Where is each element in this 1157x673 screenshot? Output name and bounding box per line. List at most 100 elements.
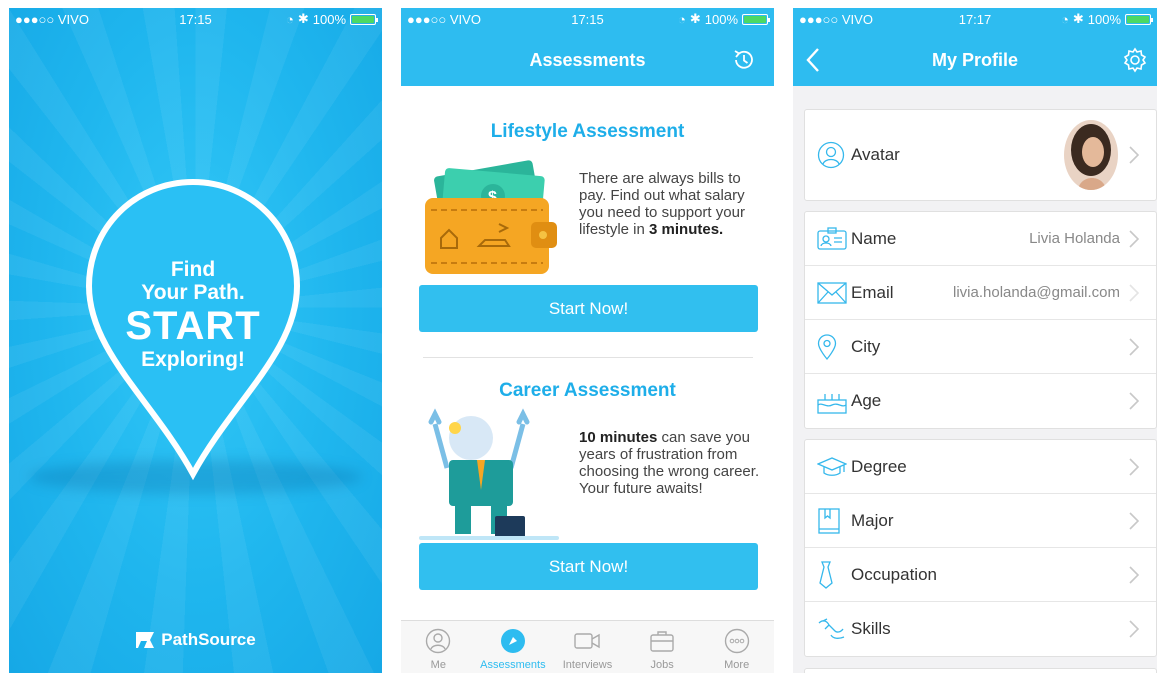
battery-icon: [350, 13, 378, 25]
birthday-cake-icon: [817, 386, 851, 416]
brand-logo: PathSource: [9, 630, 382, 650]
name-row[interactable]: Name Livia Holanda: [805, 212, 1156, 266]
chevron-right-icon: [1129, 283, 1140, 302]
career-title: Career Assessment: [499, 380, 676, 401]
battery-label: 100%: [312, 11, 346, 27]
age-row[interactable]: Age: [805, 374, 1156, 428]
wallet-illustration: $: [425, 160, 557, 274]
user-circle-icon: [817, 140, 851, 170]
nav-bar: ●●●○○ VIVO 17:15 ◔ ✱ 100% Assessments: [401, 8, 774, 86]
tab-me-label: Me: [430, 659, 446, 671]
carrier-label: ●●●○○ VIVO: [407, 11, 481, 27]
person-icon: [424, 627, 452, 655]
pathsource-logo-icon: [136, 632, 155, 648]
career-start-button[interactable]: Start Now!: [419, 543, 758, 590]
tab-me[interactable]: Me: [401, 621, 476, 673]
battery-icon: [1125, 13, 1153, 25]
clock-history-icon: [734, 50, 753, 69]
section-divider: [423, 357, 753, 358]
book-icon: [817, 506, 851, 536]
lifestyle-description: There are always bills to pay. Find out …: [579, 170, 764, 238]
bluetooth-icon: ✱: [1072, 11, 1084, 26]
brand-name: PathSource: [161, 630, 256, 649]
tab-more[interactable]: More: [699, 621, 774, 673]
alarm-icon: ◔: [285, 11, 294, 27]
tie-icon: [817, 560, 851, 590]
id-card-icon: [817, 224, 851, 254]
chevron-right-icon: [1129, 392, 1140, 410]
occupation-row[interactable]: Occupation: [805, 548, 1156, 602]
more-icon: [723, 627, 751, 655]
email-value: livia.holanda@gmail.com: [953, 284, 1120, 301]
occupation-label: Occupation: [851, 564, 937, 584]
chevron-right-icon: [1129, 457, 1140, 476]
compass-icon: [499, 627, 527, 655]
name-label: Name: [851, 228, 897, 248]
status-bar: ●●●○○ VIVO 17:17 ◔ ✱ 100%: [793, 8, 1157, 30]
bluetooth-icon: ✱: [297, 11, 309, 26]
chevron-right-icon: [1129, 620, 1140, 638]
chevron-right-icon: [1129, 565, 1140, 584]
tab-bar: Me Assessments Interviews Jobs More: [401, 620, 774, 673]
skills-label: Skills: [851, 619, 891, 638]
page-title: My Profile: [931, 50, 1019, 70]
major-row[interactable]: Major: [805, 494, 1156, 548]
history-button[interactable]: [730, 46, 758, 74]
tab-jobs[interactable]: Jobs: [625, 621, 700, 673]
page-title: Assessments: [529, 50, 646, 70]
headline-line-3: START: [125, 304, 261, 348]
carrier-label: ●●●○○ VIVO: [799, 11, 873, 27]
profile-screen: ●●●○○ VIVO 17:17 ◔ ✱ 100% My Profile Ava…: [793, 8, 1157, 673]
city-label: City: [851, 336, 881, 356]
avatar-row[interactable]: Avatar: [805, 110, 1156, 200]
career-illustration: [419, 408, 559, 540]
chevron-right-icon: [1129, 146, 1140, 164]
tab-assessments[interactable]: Assessments: [476, 621, 551, 673]
headline-line-2: Your Path.: [141, 281, 245, 304]
alarm-icon: ◔: [677, 11, 686, 27]
bluetooth-icon: ✱: [689, 11, 701, 26]
chevron-right-icon: [1129, 229, 1140, 248]
lifestyle-duration: 3 minutes.: [649, 221, 724, 238]
skills-row[interactable]: Skills: [805, 602, 1156, 656]
avatar: [1064, 120, 1118, 190]
email-row[interactable]: Email livia.holanda@gmail.com: [805, 266, 1156, 320]
degree-row[interactable]: Degree: [805, 440, 1156, 494]
tab-interviews[interactable]: Interviews: [550, 621, 625, 673]
skills-icon: [817, 614, 851, 644]
tab-more-label: More: [724, 659, 750, 671]
graduation-cap-icon: [817, 452, 851, 482]
status-bar: ●●●○○ VIVO 17:15 ◔ ✱ 100%: [9, 8, 382, 30]
nav-bar: ●●●○○ VIVO 17:17 ◔ ✱ 100% My Profile: [793, 8, 1157, 86]
name-value: Livia Holanda: [1029, 230, 1120, 247]
email-label: Email: [851, 282, 894, 302]
major-label: Major: [851, 510, 894, 530]
career-duration: 10 minutes: [579, 429, 658, 446]
envelope-icon: [817, 278, 851, 308]
alarm-icon: ◔: [1060, 11, 1069, 27]
briefcase-icon: [648, 627, 676, 655]
tab-interviews-label: Interviews: [562, 659, 613, 671]
avatar-card: Avatar: [804, 109, 1157, 201]
status-bar: ●●●○○ VIVO 17:15 ◔ ✱ 100%: [401, 8, 774, 30]
tab-assessments-label: Assessments: [480, 659, 546, 671]
headline-line-1: Find: [170, 258, 216, 281]
settings-button[interactable]: [1121, 46, 1149, 74]
splash-screen: ●●●○○ VIVO 17:15 ◔ ✱ 100% Find Your Path…: [9, 8, 382, 673]
chevron-right-icon: [1129, 337, 1140, 356]
carrier-label: ●●●○○ VIVO: [15, 11, 89, 27]
city-row[interactable]: City: [805, 320, 1156, 374]
assessments-screen: ●●●○○ VIVO 17:15 ◔ ✱ 100% Assessments Li…: [401, 8, 774, 673]
career-description: 10 minutes can save you years of frustra…: [579, 429, 764, 497]
splash-headline: Find Your Path. START Exploring!: [83, 258, 303, 372]
basic-info-card: Name Livia Holanda Email livia.holanda@g…: [804, 211, 1157, 429]
headline-line-4: Exploring!: [141, 348, 245, 371]
battery-label: 100%: [1087, 11, 1121, 27]
chevron-right-icon: [1129, 511, 1140, 530]
education-card: Degree Major Occupation Skills: [804, 439, 1157, 657]
battery-icon: [742, 13, 770, 25]
lifestyle-start-button[interactable]: Start Now!: [419, 285, 758, 332]
avatar-label: Avatar: [851, 145, 900, 164]
age-label: Age: [851, 391, 882, 410]
gear-icon: [1123, 47, 1147, 73]
